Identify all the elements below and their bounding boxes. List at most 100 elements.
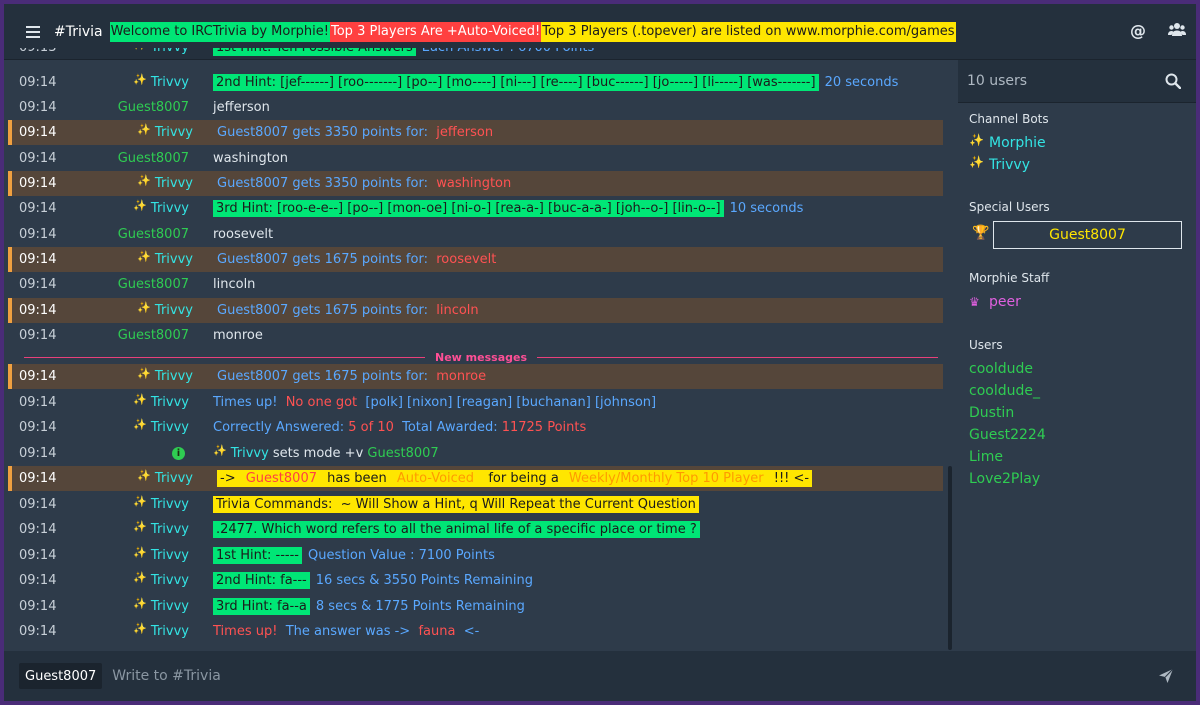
user-item[interactable]: cooldude xyxy=(969,358,1196,380)
message-nick[interactable]: ✨Trivvy xyxy=(88,393,201,410)
menu-icon[interactable] xyxy=(26,25,40,38)
search-icon[interactable] xyxy=(1165,73,1181,89)
message-body: lincoln xyxy=(201,276,255,293)
bot-star-icon: ✨ xyxy=(133,418,147,431)
message-nick[interactable]: ✨Trivvy xyxy=(88,73,201,90)
divider-line xyxy=(24,356,426,358)
message-nick[interactable]: ✨Trivvy xyxy=(88,495,201,512)
message-nick[interactable]: ✨Trivvy xyxy=(88,520,201,537)
message-nick[interactable]: Guest8007 xyxy=(88,151,201,166)
message-row: 09:14 i ✨ Trivvy sets mode +v Guest8007 xyxy=(8,441,943,466)
message-text: !!! <- xyxy=(766,470,813,487)
group-title-bots: Channel Bots xyxy=(969,112,1049,126)
message-body: -> Guest8007 has been Auto-Voiced for be… xyxy=(205,470,813,487)
message-time: 09:14 xyxy=(19,303,57,318)
message-nick[interactable]: ✨Trivvy xyxy=(88,418,201,435)
message-nick[interactable]: Guest8007 xyxy=(88,277,201,292)
group-title-staff: Morphie Staff xyxy=(969,271,1050,285)
message-row: 09:13 ✨ Trivvy 1st Hint: Ten Possible Answe… xyxy=(8,48,943,60)
nick-name: Trivvy xyxy=(150,420,189,435)
message-row-highlighted: 09:14 ✨ Trivvy Guest8007 gets 1675 points f… xyxy=(8,364,943,389)
message-nick[interactable]: Guest8007 xyxy=(88,227,201,242)
message-text: No one got xyxy=(281,395,362,410)
trophy-icon: 🏆 xyxy=(972,225,990,241)
message-text: lincoln xyxy=(213,277,256,292)
user-item[interactable]: Love2Play xyxy=(969,468,1196,490)
message-scrollbar[interactable] xyxy=(948,466,952,650)
user-name: cooldude_ xyxy=(969,383,1040,399)
message-body: Guest8007 gets 1675 points for: lincoln xyxy=(205,302,479,319)
message-input[interactable] xyxy=(112,664,1113,688)
nick-name: Guest8007 xyxy=(117,328,189,343)
message-row: 09:14 Guest8007 monroe xyxy=(8,323,943,348)
message-text: 11725 Points xyxy=(501,420,587,435)
message-nick[interactable]: ✨Trivvy xyxy=(92,250,205,267)
bot-star-icon: ✨ xyxy=(133,597,147,610)
app-window: #Trivia Welcome to IRCTrivia by Morphie!… xyxy=(0,0,1200,705)
message-nick[interactable]: ✨Trivvy xyxy=(92,469,205,486)
user-search-bar[interactable]: 10 users xyxy=(958,60,1196,103)
nick-name: Trivvy xyxy=(150,395,189,410)
message-nick[interactable]: ✨Trivvy xyxy=(88,597,201,614)
message-nick[interactable]: ✨Trivvy xyxy=(88,622,201,639)
message-body: monroe xyxy=(201,327,263,344)
nick-button[interactable]: Guest8007 xyxy=(19,663,103,689)
message-body: 2nd Hint: fa--- 16 secs & 3550 Points Rem… xyxy=(201,572,533,589)
nick-name: Trivvy xyxy=(150,497,189,512)
message-nick[interactable]: ✨Trivvy xyxy=(88,571,201,588)
message-body: Guest8007 gets 1675 points for: roosevel… xyxy=(205,251,496,268)
nick-name: Guest8007 xyxy=(117,151,189,166)
divider-line xyxy=(537,356,939,358)
message-text: Guest8007 xyxy=(367,446,439,461)
nick-name: Trivvy xyxy=(154,125,193,140)
message-nick[interactable]: ✨Trivvy xyxy=(88,546,201,563)
user-item[interactable]: ♛ peer xyxy=(969,291,1196,313)
users-icon[interactable] xyxy=(1168,22,1186,42)
message-nick[interactable]: ✨Trivvy xyxy=(92,123,205,140)
message-nick[interactable]: Guest8007 xyxy=(88,328,201,343)
message-time: 09:14 xyxy=(19,151,57,166)
message-text: lincoln xyxy=(432,303,479,318)
special-user-item[interactable]: Guest8007 xyxy=(993,221,1182,249)
user-name: Dustin xyxy=(969,405,1015,421)
message-text: Times up! xyxy=(213,624,282,639)
message-row: 09:14 ✨ Trivvy 3rd Hint: [roo-e-e--] [po--]… xyxy=(8,196,943,221)
user-name: cooldude xyxy=(969,361,1033,377)
send-icon[interactable] xyxy=(1158,668,1174,684)
user-item[interactable]: Guest2224 xyxy=(969,424,1196,446)
message-text: Correctly Answered: xyxy=(213,420,349,435)
user-name: peer xyxy=(989,294,1021,310)
message-row: 09:14 ✨ Trivvy Times up! No one got [polk] … xyxy=(8,390,943,415)
message-nick[interactable]: Guest8007 xyxy=(88,100,201,115)
message-row: 09:14 Guest8007 washington xyxy=(8,146,943,171)
message-text: fauna xyxy=(414,624,460,639)
message-body: 2nd Hint: [jef------] [roo-------] [po--… xyxy=(201,74,898,91)
message-row: 09:14 ✨ Trivvy .2477. Which word refers to … xyxy=(8,517,943,542)
user-item[interactable]: ✨ Trivvy xyxy=(969,154,1196,176)
bot-star-icon: ✨ xyxy=(969,155,984,169)
message-nick[interactable]: ✨Trivvy xyxy=(92,174,205,191)
message-body: Guest8007 gets 1675 points for: monroe xyxy=(205,368,486,385)
message-text: sets mode +v xyxy=(268,446,368,461)
message-time: 09:14 xyxy=(19,100,57,115)
bot-star-icon: ✨ xyxy=(137,301,151,314)
user-item[interactable]: Lime xyxy=(969,446,1196,468)
message-nick[interactable]: ✨Trivvy xyxy=(92,301,205,318)
message-nick[interactable]: ✨Trivvy xyxy=(92,367,205,384)
message-body: jefferson xyxy=(201,99,270,116)
message-nick[interactable]: ✨Trivvy xyxy=(88,48,201,55)
user-item[interactable]: ✨ Morphie xyxy=(969,132,1196,154)
message-nick[interactable]: ✨Trivvy xyxy=(88,199,201,216)
at-icon[interactable]: @ xyxy=(1130,22,1146,42)
channel-topic: Welcome to IRCTrivia by Morphie! Top 3 P… xyxy=(109,21,956,42)
message-row-highlighted: 09:14 ✨ Trivvy -> Guest8007 has been Auto-V… xyxy=(8,466,943,491)
message-time: 09:14 xyxy=(19,471,57,486)
nick-name: Trivvy xyxy=(154,369,193,384)
message-text: 5 of 10 xyxy=(348,420,394,435)
bot-star-icon: ✨ xyxy=(133,199,147,212)
user-item[interactable]: cooldude_ xyxy=(969,380,1196,402)
user-item[interactable]: Dustin xyxy=(969,402,1196,424)
message-row: 09:14 Guest8007 lincoln xyxy=(8,272,943,297)
nick-name: Trivvy xyxy=(150,599,189,614)
message-list[interactable]: 09:13✨Trivvy1st Hint: Ten Possible Answe… xyxy=(4,48,950,650)
